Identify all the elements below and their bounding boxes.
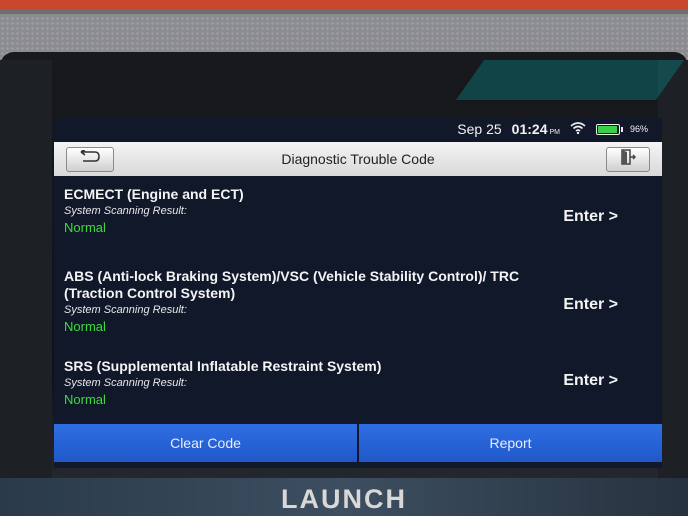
- list-item[interactable]: SRS (Supplemental Inflatable Restraint S…: [54, 352, 662, 422]
- system-name: ECMECT (Engine and ECT): [64, 186, 244, 202]
- title-bar: Diagnostic Trouble Code: [54, 142, 662, 176]
- bezel-right: [658, 60, 688, 480]
- back-arrow-icon: [79, 148, 101, 169]
- scan-result-status: Normal: [64, 392, 106, 407]
- wifi-icon: [570, 121, 586, 137]
- status-ampm: PM: [549, 129, 560, 136]
- enter-button[interactable]: Enter >: [563, 208, 618, 226]
- screen-glare: [455, 60, 685, 100]
- exit-icon: [620, 149, 637, 170]
- bezel-left: [0, 60, 52, 480]
- system-name: SRS (Supplemental Inflatable Restraint S…: [64, 358, 382, 374]
- list-item[interactable]: ECMECT (Engine and ECT) System Scanning …: [54, 180, 662, 262]
- battery-icon: [595, 123, 623, 135]
- status-time: 01:24 PM: [511, 121, 560, 137]
- brand-logo: LAUNCH: [281, 484, 407, 514]
- scan-result-status: Normal: [64, 319, 106, 334]
- device-screen: Sep 25 01:24 PM 96% Diagnostic Trouble Co…: [54, 118, 662, 468]
- list-item[interactable]: ABS (Anti-lock Braking System)/VSC (Vehi…: [54, 262, 662, 352]
- back-button[interactable]: [66, 147, 114, 172]
- system-list: ECMECT (Engine and ECT) System Scanning …: [54, 180, 662, 422]
- system-name: ABS (Anti-lock Braking System)/VSC (Vehi…: [64, 268, 520, 301]
- status-date: Sep 25: [457, 121, 502, 137]
- page-title: Diagnostic Trouble Code: [281, 151, 435, 167]
- status-bar: Sep 25 01:24 PM 96%: [54, 118, 662, 140]
- enter-button[interactable]: Enter >: [563, 372, 618, 390]
- battery-percent: 96%: [629, 124, 648, 134]
- enter-button[interactable]: Enter >: [563, 296, 618, 314]
- report-button[interactable]: Report: [359, 424, 662, 462]
- clear-code-button[interactable]: Clear Code: [54, 424, 357, 462]
- bottom-action-bar: Clear Code Report: [54, 424, 662, 462]
- exit-button[interactable]: [606, 147, 650, 172]
